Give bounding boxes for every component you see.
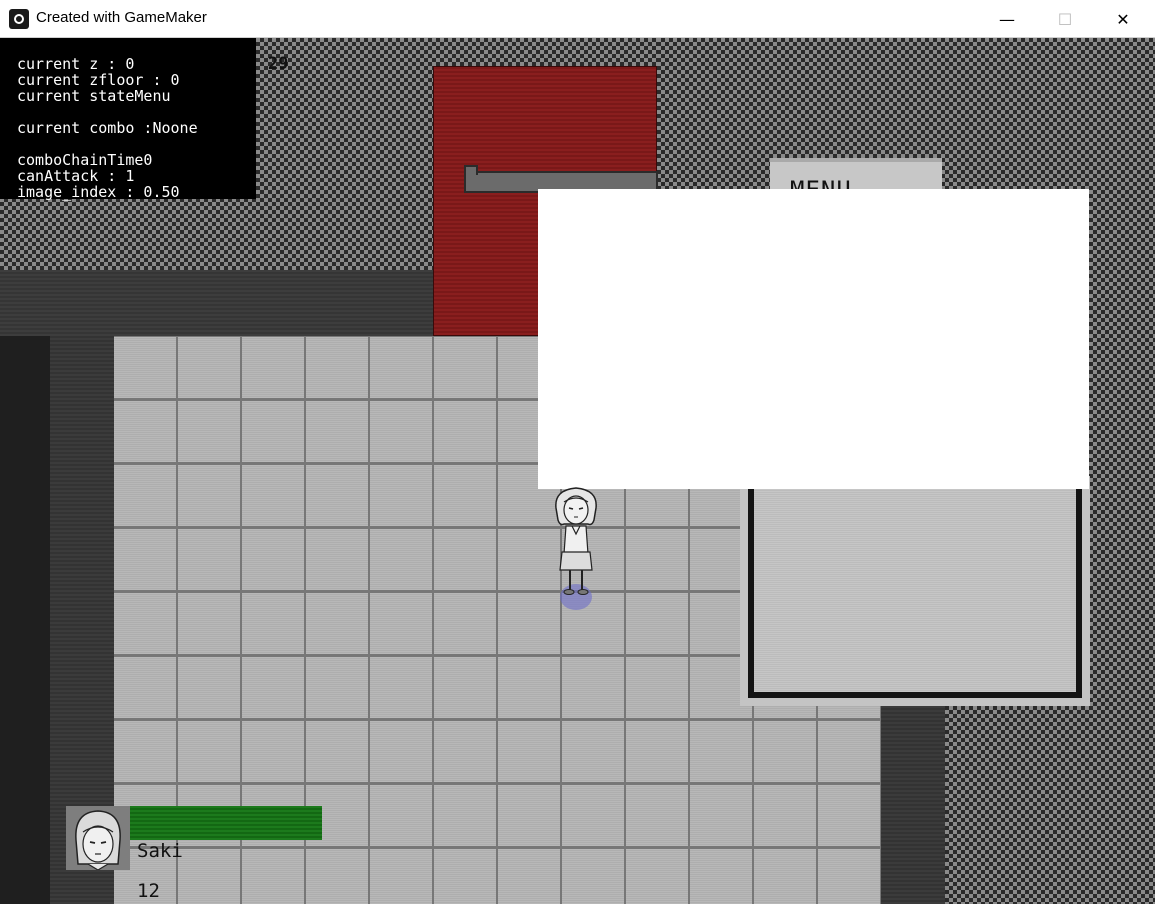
gamemaker-app-icon (9, 9, 29, 29)
player-portrait (66, 806, 130, 870)
left-edge-wall (0, 336, 50, 904)
right-wall (881, 706, 945, 904)
close-button[interactable]: ✕ (1094, 0, 1152, 38)
debug-line: current z : 0 (17, 55, 135, 73)
debug-line: current stateMenu (17, 87, 171, 105)
menu-box-frame (748, 476, 1082, 698)
maximize-button[interactable]: ☐ (1036, 0, 1094, 38)
wall-top (0, 270, 440, 336)
debug-line: current combo :Noone (17, 119, 198, 137)
debug-overlay: current z : 0 current zfloor : 0 current… (0, 38, 256, 201)
game-canvas[interactable]: MENU current z : 0 current zfloor : 0 cu… (0, 38, 1155, 904)
debug-line: image_index : 0.50 (17, 183, 180, 201)
debug-line: current zfloor : 0 (17, 71, 180, 89)
window-title: Created with GameMaker (36, 9, 207, 26)
fps-counter: 29 (268, 54, 289, 74)
debug-line: canAttack : 1 (17, 167, 135, 185)
health-bar (130, 806, 322, 840)
menu-box (740, 476, 1090, 706)
minimize-button[interactable]: — (978, 0, 1036, 38)
player-character-sprite (555, 487, 597, 595)
player-name: Saki (137, 840, 183, 862)
window-titlebar: Created with GameMaker — ☐ ✕ (0, 0, 1155, 38)
debug-line: comboChainTime0 (17, 151, 153, 169)
player-hp-value: 12 (137, 880, 160, 902)
white-overlay-panel (538, 189, 1089, 489)
